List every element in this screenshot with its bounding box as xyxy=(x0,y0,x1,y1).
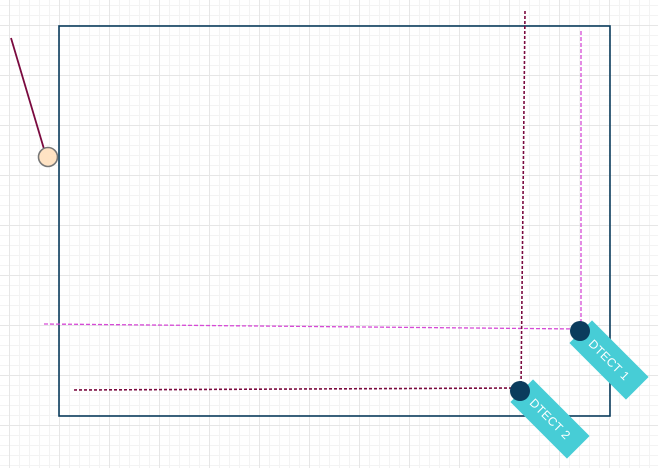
connector-handle[interactable] xyxy=(37,146,59,168)
dtect2-node[interactable] xyxy=(510,381,530,401)
diagram-canvas: DTECT 1 DTECT 2 xyxy=(10,10,649,459)
dtect1-horizontal-guide xyxy=(43,323,581,330)
dtect2-vertical-guide xyxy=(520,10,526,389)
dtect1-node[interactable] xyxy=(570,321,590,341)
dtect2-horizontal-guide xyxy=(73,387,521,391)
pointer-line xyxy=(10,37,45,150)
frame-rectangle[interactable] xyxy=(58,25,611,417)
